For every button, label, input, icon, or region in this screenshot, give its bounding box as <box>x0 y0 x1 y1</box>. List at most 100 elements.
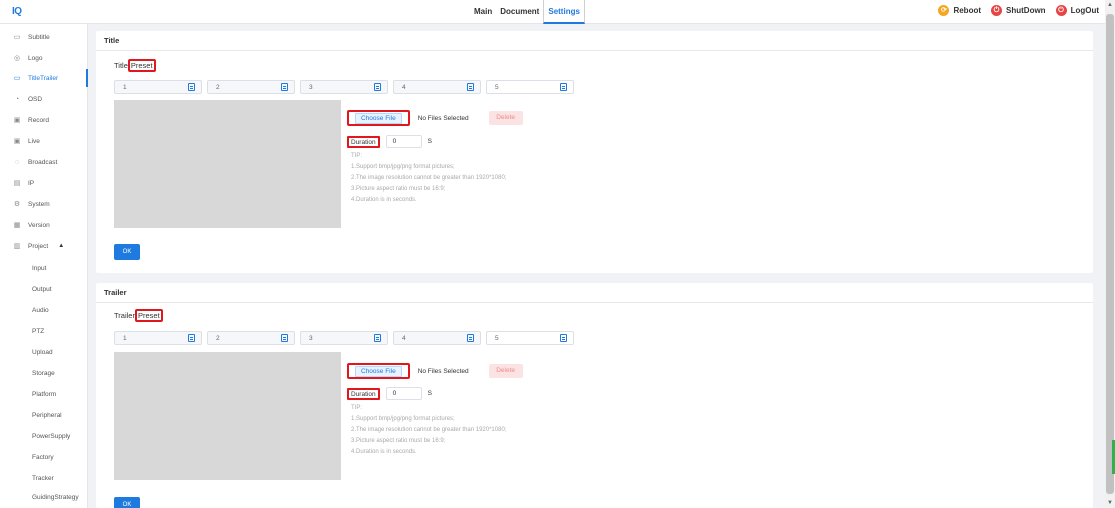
sidebar-sub-storage[interactable]: Storage <box>0 364 88 382</box>
trailer-choose-file-button[interactable]: Choose File <box>347 363 410 379</box>
sidebar-item-osd[interactable]: ◔ OSD <box>0 90 88 108</box>
shutdown-button[interactable]: ⏻ ShutDown <box>991 5 1046 16</box>
sidebar-item-project[interactable]: ▥ Project ▲ <box>0 237 88 255</box>
title-duration-row: Duration 0 S <box>347 135 432 148</box>
sidebar-sub-guidingstrategy[interactable]: GuidingStrategy <box>0 488 88 506</box>
caret-up-icon: ▲ <box>58 243 65 249</box>
title-preset-label: Preset <box>127 59 156 72</box>
nav-main[interactable]: Main <box>470 0 496 24</box>
logo-icon: ◎ <box>13 55 21 62</box>
edit-icon[interactable] <box>560 83 567 91</box>
trailer-slot-1[interactable]: 1 <box>114 331 202 345</box>
main-nav: Main Document Settings <box>470 0 585 24</box>
sidebar-item-ip[interactable]: ▤ IP <box>0 174 88 192</box>
sidebar-item-version[interactable]: ▦ Version <box>0 216 88 234</box>
trailer-panel-header: Trailer <box>96 283 1093 303</box>
title-panel: Title Title Preset 1 2 3 4 5 Choose File … <box>96 31 1093 273</box>
edit-icon[interactable] <box>281 83 288 91</box>
trailer-panel: Trailer Trailer Preset 1 2 3 4 5 Choose F… <box>96 283 1093 508</box>
trailer-tips: TIP: 1.Support bmp/jpg/png format pictur… <box>351 405 507 455</box>
title-file-status: No Files Selected <box>417 114 469 122</box>
title-slot-1[interactable]: 1 <box>114 80 202 94</box>
sidebar-sub-upload[interactable]: Upload <box>0 343 88 361</box>
trailer-slot-3[interactable]: 3 <box>300 331 388 345</box>
sidebar-item-broadcast[interactable]: ◌ Broadcast <box>0 153 88 171</box>
subtitle-icon: ▭ <box>13 34 21 41</box>
sidebar-item-titletrailer[interactable]: ▭ TitleTrailer <box>0 69 88 87</box>
trailer-preset-line: Trailer Preset <box>114 309 163 322</box>
system-icon: ⚙ <box>13 201 21 208</box>
project-icon: ▥ <box>13 243 21 250</box>
sidebar-item-subtitle[interactable]: ▭ Subtitle <box>0 28 88 46</box>
trailer-duration-row: Duration 0 S <box>347 387 432 400</box>
title-duration-unit: S <box>427 138 432 145</box>
reboot-button[interactable]: ⟳ Reboot <box>938 5 981 16</box>
power-icon: ⏻ <box>991 5 1003 16</box>
reboot-label: Reboot <box>953 6 982 15</box>
nav-document[interactable]: Document <box>496 0 543 24</box>
page-scrollbar[interactable]: ▲ ▼ <box>1105 0 1115 508</box>
title-preset-slots: 1 2 3 4 5 <box>114 80 574 94</box>
sidebar: ▭ Subtitle ◎ Logo ▭ TitleTrailer ◔ OSD ▣ Reco… <box>0 24 88 508</box>
sidebar-sub-powersupply[interactable]: PowerSupply <box>0 427 88 445</box>
sidebar-sub-platform[interactable]: Platform <box>0 385 88 403</box>
scroll-up-icon[interactable]: ▲ <box>1107 2 1113 8</box>
sidebar-sub-tracker[interactable]: Tracker <box>0 469 88 487</box>
trailer-ok-button[interactable]: OK <box>114 497 140 508</box>
trailer-slot-2[interactable]: 2 <box>207 331 295 345</box>
title-preset-prefix: Title <box>114 61 128 70</box>
scroll-down-icon[interactable]: ▼ <box>1107 500 1113 506</box>
trailer-slot-5[interactable]: 5 <box>486 331 574 345</box>
title-trailer-icon: ▭ <box>13 75 21 82</box>
trailer-file-status: No Files Selected <box>417 367 469 375</box>
trailer-preset-label: Preset <box>134 309 163 322</box>
title-slot-5[interactable]: 5 <box>486 80 574 94</box>
sidebar-item-system[interactable]: ⚙ System <box>0 195 88 213</box>
title-delete-button[interactable]: Delete <box>488 111 523 125</box>
trailer-preset-prefix: Trailer <box>114 311 135 320</box>
sidebar-sub-output[interactable]: Output <box>0 280 88 298</box>
logout-icon: ⏻ <box>1055 5 1067 16</box>
shutdown-label: ShutDown <box>1006 6 1046 15</box>
sidebar-item-record[interactable]: ▣ Record <box>0 111 88 129</box>
edit-icon[interactable] <box>188 334 195 342</box>
trailer-image-preview <box>114 352 341 480</box>
edit-icon[interactable] <box>467 83 474 91</box>
sidebar-sub-audio[interactable]: Audio <box>0 301 88 319</box>
title-slot-3[interactable]: 3 <box>300 80 388 94</box>
edit-icon[interactable] <box>281 334 288 342</box>
title-duration-input[interactable]: 0 <box>385 135 422 148</box>
edit-icon[interactable] <box>467 334 474 342</box>
title-image-preview <box>114 100 341 228</box>
trailer-duration-input[interactable]: 0 <box>385 387 422 400</box>
edit-icon[interactable] <box>188 83 195 91</box>
title-slot-4[interactable]: 4 <box>393 80 481 94</box>
title-ok-button[interactable]: OK <box>114 244 140 260</box>
sidebar-sub-factory[interactable]: Factory <box>0 448 88 466</box>
edit-icon[interactable] <box>374 334 381 342</box>
scrollbar-thumb[interactable] <box>1106 14 1114 494</box>
version-icon: ▦ <box>13 222 21 229</box>
sidebar-sub-input[interactable]: Input <box>0 259 88 277</box>
trailer-slot-4[interactable]: 4 <box>393 331 481 345</box>
sidebar-sub-peripheral[interactable]: Peripheral <box>0 406 88 424</box>
sidebar-item-live[interactable]: ▣ Live <box>0 132 88 150</box>
title-choose-file-button[interactable]: Choose File <box>347 110 410 126</box>
logout-button[interactable]: ⏻ LogOut <box>1055 5 1099 16</box>
live-icon: ▣ <box>13 138 21 145</box>
sidebar-item-logo[interactable]: ◎ Logo <box>0 49 88 67</box>
trailer-duration-unit: S <box>427 390 432 397</box>
edit-icon[interactable] <box>560 334 567 342</box>
ip-icon: ▤ <box>13 180 21 187</box>
top-bar: IQ Main Document Settings ⟳ Reboot ⏻ Shu… <box>0 0 1115 24</box>
trailer-file-row: Choose File No Files Selected Delete <box>347 363 523 379</box>
trailer-delete-button[interactable]: Delete <box>488 364 523 378</box>
edit-icon[interactable] <box>374 83 381 91</box>
record-icon: ▣ <box>13 117 21 124</box>
broadcast-icon: ◌ <box>14 158 20 166</box>
trailer-preset-slots: 1 2 3 4 5 <box>114 331 574 345</box>
title-slot-2[interactable]: 2 <box>207 80 295 94</box>
osd-icon: ◔ <box>14 95 20 103</box>
sidebar-sub-ptz[interactable]: PTZ <box>0 322 88 340</box>
nav-settings[interactable]: Settings <box>543 0 585 24</box>
